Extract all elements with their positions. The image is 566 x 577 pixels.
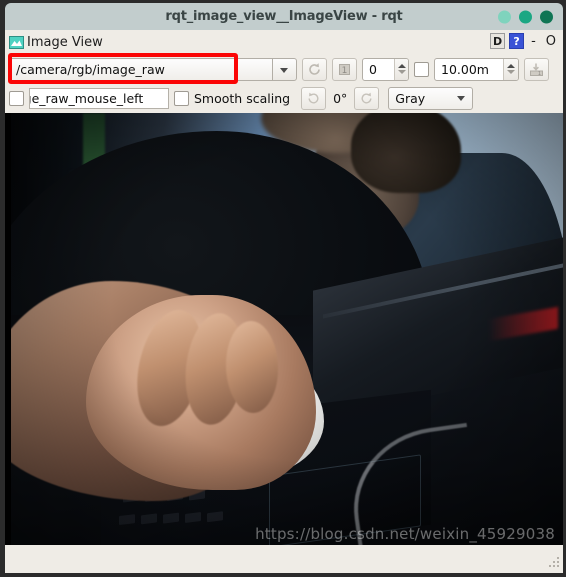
dock-widget-buttons: D ? - O — [490, 33, 559, 49]
rotation-label: 0° — [333, 91, 348, 106]
window-minimize-button[interactable] — [498, 10, 511, 23]
refresh-icon — [309, 62, 320, 75]
publish-icon: 1 — [339, 63, 350, 76]
dock-minimize-button[interactable]: - — [528, 35, 539, 48]
dock-widget-header: Image View D ? - O — [5, 30, 563, 54]
svg-text:1: 1 — [342, 66, 348, 76]
frame-index-spinbox[interactable]: 0 — [362, 57, 409, 81]
max-range-spinbox[interactable]: 10.00m — [434, 57, 519, 81]
toolbar-row-1: /camera/rgb/image_raw 1 0 10.00m 1 — [5, 54, 563, 84]
frame-index-steppers[interactable] — [394, 58, 408, 80]
colormap-combo[interactable]: Gray — [388, 87, 474, 110]
max-range-steppers[interactable] — [502, 58, 518, 80]
help-button[interactable]: ? — [509, 33, 525, 49]
window-maximize-button[interactable] — [519, 10, 532, 23]
dock-close-button[interactable]: O — [543, 35, 559, 48]
smooth-scaling-label: Smooth scaling — [194, 91, 291, 106]
window-client-area: Image View D ? - O /camera/rgb/image_raw — [5, 30, 563, 573]
window-titlebar[interactable]: rqt_image_view__ImageView - rqt — [5, 3, 563, 30]
resize-grip-icon[interactable] — [549, 557, 560, 568]
topic-combo-dropdown[interactable] — [272, 57, 297, 81]
refresh-topics-button[interactable] — [302, 57, 327, 81]
max-range-value: 10.00m — [441, 61, 489, 77]
image-canvas[interactable]: https://blog.csdn.net/weixin_45929038 — [5, 113, 563, 545]
mouse-topic-field[interactable]: age_raw_mouse_left — [29, 88, 169, 109]
rotate-left-button[interactable] — [301, 87, 327, 110]
image-view-icon — [9, 35, 24, 50]
save-image-icon: 1 — [530, 63, 543, 77]
topic-combo-value: /camera/rgb/image_raw — [16, 61, 165, 77]
stepper-up-icon[interactable] — [397, 64, 406, 68]
watermark-text: https://blog.csdn.net/weixin_45929038 — [255, 525, 555, 543]
window-controls — [498, 10, 553, 23]
publish-button[interactable]: 1 — [332, 57, 357, 81]
camera-image: https://blog.csdn.net/weixin_45929038 — [11, 113, 563, 545]
stepper-down-icon[interactable] — [397, 70, 406, 74]
topic-combo[interactable]: /camera/rgb/image_raw — [9, 57, 272, 81]
smooth-scaling-group[interactable]: Smooth scaling — [174, 91, 290, 106]
svg-text:1: 1 — [538, 71, 541, 77]
save-image-button[interactable]: 1 — [524, 57, 549, 81]
mouse-topic-value: age_raw_mouse_left — [30, 91, 144, 106]
chevron-down-icon — [280, 67, 288, 73]
toolbar-row-2: age_raw_mouse_left Smooth scaling 0° — [5, 84, 563, 113]
rotate-right-icon — [361, 92, 372, 104]
dynamic-range-checkbox[interactable] — [414, 61, 429, 77]
person-hair — [351, 113, 461, 193]
colormap-value: Gray — [395, 91, 426, 106]
smooth-scaling-checkbox[interactable] — [174, 91, 189, 106]
rotate-left-icon — [308, 92, 319, 104]
rotate-right-button[interactable] — [354, 87, 380, 110]
chevron-down-icon — [457, 96, 466, 101]
frame-index-value: 0 — [369, 61, 377, 77]
window-close-button[interactable] — [540, 10, 553, 23]
status-bar — [5, 545, 563, 571]
rqt-main-window: rqt_image_view__ImageView - rqt Image Vi… — [0, 0, 566, 577]
detach-button[interactable]: D — [490, 33, 506, 49]
window-title: rqt_image_view__ImageView - rqt — [165, 9, 403, 24]
stepper-down-icon[interactable] — [506, 70, 515, 74]
dock-widget-title: Image View — [27, 34, 103, 50]
mouse-publish-checkbox[interactable] — [9, 91, 24, 106]
stepper-up-icon[interactable] — [506, 64, 515, 68]
